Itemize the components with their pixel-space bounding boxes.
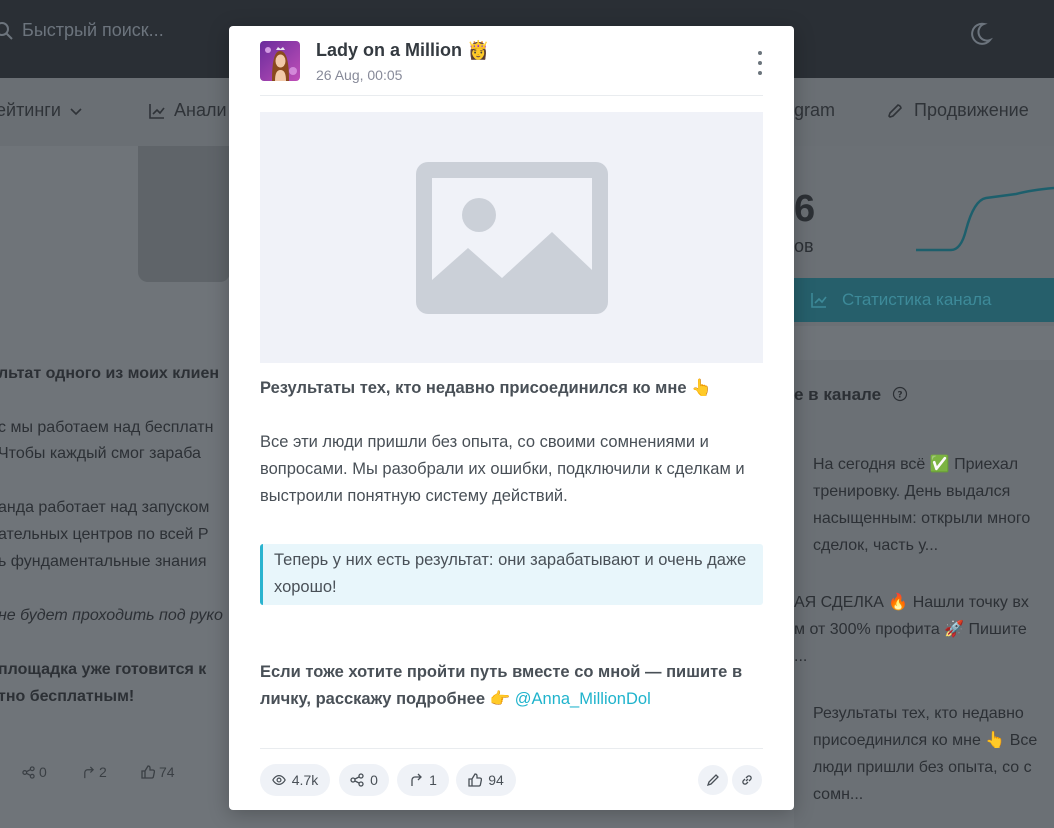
shares-stat[interactable]: 0 (339, 764, 389, 796)
quick-search[interactable]: Быстрый поиск... (0, 20, 164, 41)
bg-post-line: с мы работаем над бесплатн (0, 419, 214, 436)
bg-likes-count: 74 (159, 764, 175, 780)
post-media[interactable] (260, 112, 763, 363)
bg-channel-post[interactable]: АЯ СДЕЛКА 🔥 Нашли точку вх м от 300% про… (794, 589, 1029, 670)
share-icon (350, 773, 364, 787)
views-stat[interactable]: 4.7k (260, 764, 330, 796)
nav-telegram[interactable]: gram (794, 100, 835, 121)
link-button[interactable] (732, 765, 762, 795)
help-icon: ? (892, 386, 907, 402)
bg-subscribers-count: 6 (794, 188, 816, 230)
bg-sparkline (916, 186, 1054, 252)
bg-channel-posts-title: е в канале ? (794, 385, 908, 405)
share-icon (22, 765, 35, 779)
bg-shares[interactable]: 0 (22, 758, 47, 786)
channel-stats-button[interactable]: Статистика канала (794, 278, 1054, 322)
forward-icon (411, 773, 423, 786)
bg-post-line: льтат одного из моих клиен (0, 365, 220, 382)
nav-analytics[interactable]: Анали (148, 100, 227, 121)
nav-ratings[interactable]: ейтинги (0, 100, 83, 121)
bg-post-line: площадка уже готовится к (0, 661, 207, 678)
post-cta: Если тоже хотите пройти путь вместе со м… (260, 659, 763, 713)
moon-icon[interactable] (966, 20, 994, 48)
bg-shares-count: 0 (39, 764, 47, 780)
post-cta-text: Если тоже хотите пройти путь вместе со м… (260, 663, 743, 708)
bg-likes[interactable]: 74 (141, 758, 175, 786)
bg-post-line: ательных центров по всей Р (0, 526, 209, 543)
channel-avatar[interactable] (260, 41, 300, 81)
bg-post-line: Чтобы каждый смог зараба (0, 445, 201, 462)
forwards-count: 1 (429, 772, 437, 788)
bg-subscribers-label: ов (794, 236, 814, 256)
bg-forwards[interactable]: 2 (82, 758, 107, 786)
post-body: Результаты тех, кто недавно присоединилс… (260, 375, 763, 713)
eye-icon (271, 775, 286, 785)
mention-link[interactable]: @Anna_MillionDol (515, 690, 651, 708)
post-footer: 4.7k 0 1 94 (260, 748, 763, 796)
forwards-stat[interactable]: 1 (397, 764, 449, 796)
bg-post-line: анда работает над запуском (0, 499, 210, 516)
bg-post-line: тно бесплатным! (0, 688, 135, 705)
edit-icon (706, 774, 719, 787)
bg-post-line: не будет проходить под руко (0, 607, 223, 624)
views-count: 4.7k (291, 772, 319, 788)
post-headline: Результаты тех, кто недавно присоединилс… (260, 379, 712, 397)
edit-button[interactable] (698, 765, 728, 795)
chart-icon (811, 293, 827, 308)
image-placeholder-icon (415, 161, 608, 314)
bg-channel-post[interactable]: Результаты тех, кто недавно присоединилс… (813, 700, 1037, 808)
search-placeholder: Быстрый поиск... (22, 20, 164, 40)
chevron-down-icon (70, 107, 82, 115)
likes-stat[interactable]: 94 (456, 764, 516, 796)
post-header: Lady on a Million 👸 26 Aug, 00:05 (260, 40, 763, 96)
rocket-icon (888, 103, 902, 118)
more-icon[interactable] (755, 51, 765, 75)
post-date: 26 Aug, 00:05 (316, 67, 403, 83)
nav-label: ейтинги (0, 100, 61, 120)
chart-icon (149, 103, 165, 119)
like-icon (141, 765, 155, 779)
link-icon (742, 775, 752, 785)
shares-count: 0 (370, 772, 378, 788)
like-icon (468, 773, 483, 787)
post-quote: Теперь у них есть результат: они зарабат… (260, 544, 763, 605)
channel-stats-label: Статистика канала (842, 290, 992, 309)
bg-image-placeholder (138, 146, 230, 282)
forward-icon (84, 766, 94, 778)
likes-count: 94 (488, 772, 504, 788)
post-paragraph: Все эти люди пришли без опыта, со своими… (260, 433, 745, 505)
nav-promotion[interactable]: Продвижение (886, 100, 1029, 121)
nav-label: gram (794, 100, 836, 120)
search-icon (0, 21, 13, 40)
bg-channel-post[interactable]: На сегодня всё ✅ Приехал тренировку. Ден… (813, 451, 1030, 559)
bg-post-line: ь фундаментальные знания (0, 553, 207, 570)
nav-label: Анали (174, 100, 227, 120)
channel-name[interactable]: Lady on a Million 👸 (316, 40, 489, 61)
post-modal: Lady on a Million 👸 26 Aug, 00:05 Резуль… (229, 26, 794, 810)
bg-forwards-count: 2 (99, 764, 107, 780)
svg-text:?: ? (897, 391, 902, 401)
nav-label: Продвижение (914, 100, 1029, 120)
